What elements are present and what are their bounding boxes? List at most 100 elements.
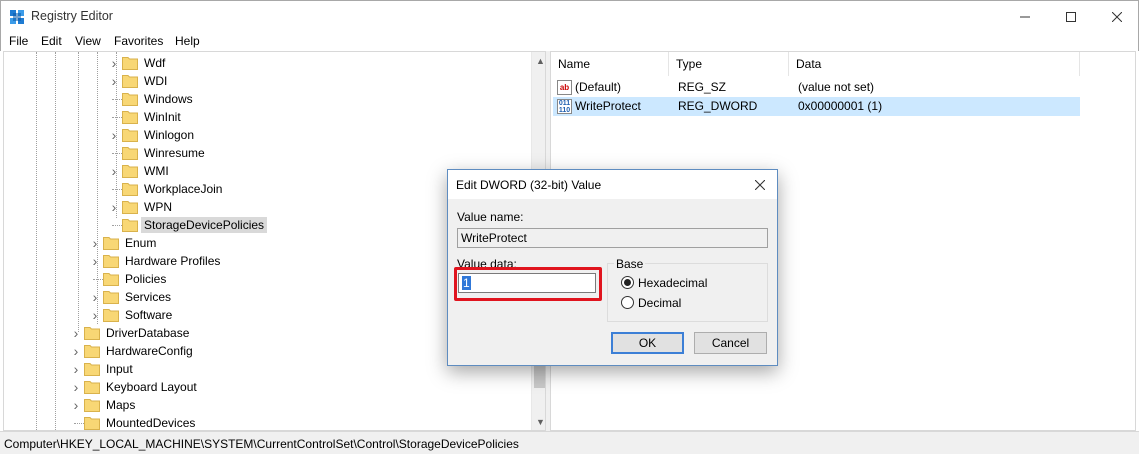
title-bar: Registry Editor bbox=[0, 0, 1139, 31]
tree-item[interactable]: › Input bbox=[4, 360, 524, 378]
maximize-button[interactable] bbox=[1048, 1, 1094, 32]
tree-item[interactable]: › WMI bbox=[4, 162, 524, 180]
value-name-field: WriteProtect bbox=[457, 228, 768, 248]
dialog-title: Edit DWORD (32-bit) Value bbox=[456, 178, 602, 192]
tree-item[interactable]: WinInit bbox=[4, 108, 524, 126]
tree-item[interactable]: › Keyboard Layout bbox=[4, 378, 524, 396]
chevron-right-icon[interactable]: › bbox=[71, 342, 81, 360]
chevron-right-icon[interactable]: › bbox=[71, 324, 81, 342]
column-header-name[interactable]: Name bbox=[551, 52, 669, 76]
value-data-input[interactable]: 1 bbox=[458, 273, 596, 293]
decimal-label[interactable]: Decimal bbox=[638, 296, 681, 310]
tree-item[interactable]: › Winlogon bbox=[4, 126, 524, 144]
tree-item-label: Maps bbox=[106, 398, 136, 412]
tree-item[interactable]: › Hardware Profiles bbox=[4, 252, 524, 270]
hexadecimal-label[interactable]: Hexadecimal bbox=[638, 276, 707, 290]
value-type: REG_DWORD bbox=[678, 99, 758, 113]
tree-item[interactable]: Policies bbox=[4, 270, 524, 288]
tree-item[interactable]: › Enum bbox=[4, 234, 524, 252]
folder-icon bbox=[103, 273, 119, 286]
value-name: WriteProtect bbox=[575, 99, 641, 113]
chevron-right-icon[interactable]: › bbox=[109, 126, 119, 144]
chevron-right-icon[interactable]: › bbox=[90, 252, 100, 270]
tree-item[interactable]: › DriverDatabase bbox=[4, 324, 524, 342]
tree-item[interactable]: Winresume bbox=[4, 144, 524, 162]
chevron-right-icon[interactable]: › bbox=[71, 378, 81, 396]
registry-path: Computer\HKEY_LOCAL_MACHINE\SYSTEM\Curre… bbox=[4, 437, 519, 451]
menu-edit[interactable]: Edit bbox=[41, 34, 62, 48]
folder-icon bbox=[84, 327, 100, 340]
tree-item-label: WDI bbox=[144, 74, 168, 88]
value-name-label: Value name: bbox=[457, 210, 524, 224]
base-label: Base bbox=[614, 257, 646, 271]
list-row-writeprotect[interactable]: 011 110 WriteProtect REG_DWORD 0x00000001… bbox=[553, 97, 1080, 116]
folder-icon bbox=[122, 165, 138, 178]
tree-item-label: MountedDevices bbox=[106, 416, 196, 430]
close-button[interactable] bbox=[1094, 1, 1139, 32]
folder-icon bbox=[122, 201, 138, 214]
tree-item-label: Enum bbox=[125, 236, 157, 250]
tree-item-label: Winresume bbox=[144, 146, 205, 160]
tree-item[interactable]: WorkplaceJoin bbox=[4, 180, 524, 198]
list-row-default[interactable]: ab (Default) REG_SZ (value not set) bbox=[553, 78, 1080, 97]
chevron-right-icon[interactable]: › bbox=[109, 72, 119, 90]
tree-item[interactable]: MountedDevices bbox=[4, 414, 524, 430]
chevron-right-icon[interactable]: › bbox=[90, 306, 100, 324]
column-header-type[interactable]: Type bbox=[669, 52, 789, 76]
folder-icon bbox=[84, 363, 100, 376]
scroll-thumb[interactable] bbox=[534, 366, 545, 388]
ok-button[interactable]: OK bbox=[611, 332, 684, 354]
menu-favorites[interactable]: Favorites bbox=[114, 34, 163, 48]
value-data: (value not set) bbox=[798, 80, 875, 94]
tree-item[interactable]: StorageDevicePolicies bbox=[4, 216, 524, 234]
dialog-title-bar: Edit DWORD (32-bit) Value bbox=[448, 170, 777, 199]
tree-item[interactable]: Windows bbox=[4, 90, 524, 108]
tree-item-label: StorageDevicePolicies bbox=[141, 217, 268, 233]
scroll-up-arrow-icon[interactable]: ▲ bbox=[532, 52, 545, 69]
cancel-button[interactable]: Cancel bbox=[694, 332, 767, 354]
folder-icon bbox=[103, 255, 119, 268]
menu-view[interactable]: View bbox=[75, 34, 101, 48]
scroll-down-arrow-icon[interactable]: ▼ bbox=[532, 413, 545, 430]
folder-icon bbox=[103, 237, 119, 250]
tree-item[interactable]: › WPN bbox=[4, 198, 524, 216]
chevron-right-icon[interactable]: › bbox=[71, 360, 81, 378]
chevron-right-icon[interactable]: › bbox=[109, 162, 119, 180]
tree-item-label: Wdf bbox=[144, 56, 166, 70]
chevron-right-icon[interactable]: › bbox=[90, 234, 100, 252]
folder-icon bbox=[122, 183, 138, 196]
registry-icon bbox=[10, 10, 24, 24]
status-bar: Computer\HKEY_LOCAL_MACHINE\SYSTEM\Curre… bbox=[0, 431, 1139, 454]
chevron-right-icon[interactable]: › bbox=[71, 396, 81, 414]
chevron-right-icon[interactable]: › bbox=[90, 288, 100, 306]
tree-item[interactable]: › WDI bbox=[4, 72, 524, 90]
menu-help[interactable]: Help bbox=[175, 34, 200, 48]
tree-item[interactable]: › Maps bbox=[4, 396, 524, 414]
tree-item-label: WPN bbox=[144, 200, 172, 214]
chevron-right-icon[interactable]: › bbox=[109, 54, 119, 72]
hexadecimal-radio[interactable] bbox=[621, 276, 634, 289]
folder-icon bbox=[122, 147, 138, 160]
tree-item-label: Services bbox=[125, 290, 172, 304]
folder-icon bbox=[122, 219, 138, 232]
tree-item-label: WorkplaceJoin bbox=[144, 182, 223, 196]
tree-item-label: Hardware Profiles bbox=[125, 254, 221, 268]
tree-item-label: HardwareConfig bbox=[106, 344, 193, 358]
tree-item[interactable]: › Services bbox=[4, 288, 524, 306]
tree-item-label: WMI bbox=[144, 164, 169, 178]
minimize-button[interactable] bbox=[1002, 1, 1048, 32]
tree-item[interactable]: › Wdf bbox=[4, 54, 524, 72]
column-header-data[interactable]: Data bbox=[789, 52, 1080, 76]
tree-item[interactable]: › HardwareConfig bbox=[4, 342, 524, 360]
value-type: REG_SZ bbox=[678, 80, 727, 94]
decimal-radio[interactable] bbox=[621, 296, 634, 309]
string-value-icon: ab bbox=[557, 80, 572, 95]
value-data: 0x00000001 (1) bbox=[798, 99, 883, 113]
tree-item[interactable]: › Software bbox=[4, 306, 524, 324]
dialog-close-button[interactable] bbox=[750, 175, 770, 195]
tree-item-label: Policies bbox=[125, 272, 167, 286]
folder-icon bbox=[122, 129, 138, 142]
close-icon bbox=[755, 180, 765, 190]
menu-file[interactable]: File bbox=[9, 34, 28, 48]
chevron-right-icon[interactable]: › bbox=[109, 198, 119, 216]
